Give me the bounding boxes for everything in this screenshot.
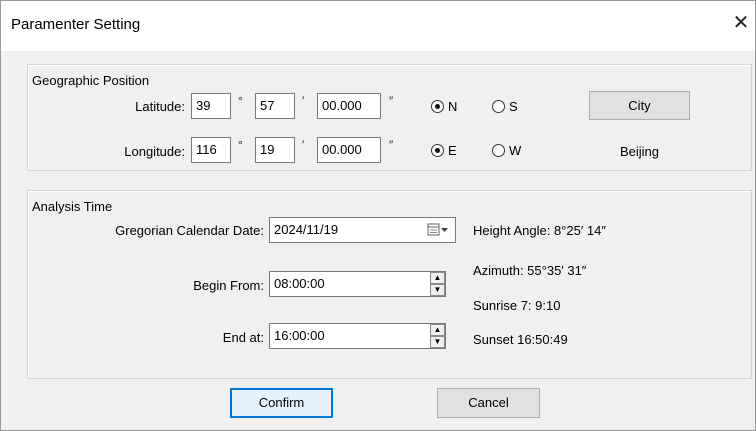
date-label: Gregorian Calendar Date: bbox=[115, 223, 264, 238]
longitude-label: Longitude: bbox=[124, 144, 185, 159]
radio-east-label: E bbox=[448, 142, 457, 158]
minute-symbol: ′ bbox=[302, 138, 305, 152]
radio-west[interactable]: W bbox=[492, 140, 521, 160]
second-symbol: ″ bbox=[389, 94, 394, 108]
begin-time-spinner: ▲ ▼ bbox=[430, 272, 445, 296]
city-name-text: Beijing bbox=[619, 144, 660, 159]
parameter-setting-dialog: Paramenter Setting ✕ Geographic Position… bbox=[0, 0, 756, 431]
date-picker[interactable]: 2024/11/19 bbox=[269, 217, 456, 243]
radio-west-indicator bbox=[492, 143, 505, 157]
cancel-button[interactable]: Cancel bbox=[437, 388, 540, 418]
end-time-field[interactable]: 16:00:00 ▲ ▼ bbox=[269, 323, 446, 349]
height-angle-text: Height Angle: 8°25′ 14″ bbox=[473, 223, 606, 238]
begin-time-field[interactable]: 08:00:00 ▲ ▼ bbox=[269, 271, 446, 297]
longitude-degrees-field[interactable]: 116 bbox=[191, 137, 231, 163]
close-icon[interactable]: ✕ bbox=[731, 13, 751, 35]
geographic-position-title: Geographic Position bbox=[32, 73, 150, 88]
radio-south-indicator bbox=[492, 99, 505, 113]
spin-up-icon[interactable]: ▲ bbox=[430, 272, 445, 284]
latitude-degrees-field[interactable]: 39 bbox=[191, 93, 231, 119]
radio-east[interactable]: E bbox=[431, 140, 457, 160]
longitude-seconds-field[interactable]: 00.000 bbox=[317, 137, 381, 163]
latitude-label: Latitude: bbox=[135, 99, 185, 114]
title-bar: Paramenter Setting ✕ bbox=[1, 1, 755, 51]
confirm-button[interactable]: Confirm bbox=[230, 388, 333, 418]
end-time-spinner: ▲ ▼ bbox=[430, 324, 445, 348]
spin-up-icon[interactable]: ▲ bbox=[430, 324, 445, 336]
radio-north-indicator bbox=[431, 99, 444, 113]
end-label: End at: bbox=[222, 330, 264, 345]
spin-down-icon[interactable]: ▼ bbox=[430, 336, 445, 348]
sunset-text: Sunset 16:50:49 bbox=[473, 332, 568, 347]
degree-symbol: ° bbox=[238, 138, 243, 152]
minute-symbol: ′ bbox=[302, 94, 305, 108]
second-symbol: ″ bbox=[389, 138, 394, 152]
radio-south-label: S bbox=[509, 98, 518, 114]
calendar-dropdown-icon[interactable] bbox=[427, 223, 449, 237]
date-value: 2024/11/19 bbox=[274, 222, 339, 237]
radio-north-label: N bbox=[448, 98, 458, 114]
longitude-minutes-field[interactable]: 19 bbox=[255, 137, 295, 163]
latitude-minutes-field[interactable]: 57 bbox=[255, 93, 295, 119]
radio-east-indicator bbox=[431, 143, 444, 157]
sunrise-text: Sunrise 7: 9:10 bbox=[473, 298, 561, 313]
dialog-title: Paramenter Setting bbox=[11, 16, 141, 33]
city-button[interactable]: City bbox=[589, 91, 690, 120]
radio-south[interactable]: S bbox=[492, 96, 518, 116]
azimuth-text: Azimuth: 55°35′ 31″ bbox=[473, 263, 587, 278]
spin-down-icon[interactable]: ▼ bbox=[430, 284, 445, 296]
radio-north[interactable]: N bbox=[431, 96, 457, 116]
end-time-value: 16:00:00 bbox=[274, 328, 325, 343]
latitude-seconds-field[interactable]: 00.000 bbox=[317, 93, 381, 119]
begin-time-value: 08:00:00 bbox=[274, 276, 325, 291]
radio-west-label: W bbox=[509, 142, 522, 158]
degree-symbol: ° bbox=[238, 94, 243, 108]
analysis-time-title: Analysis Time bbox=[32, 199, 113, 214]
begin-label: Begin From: bbox=[193, 278, 264, 293]
